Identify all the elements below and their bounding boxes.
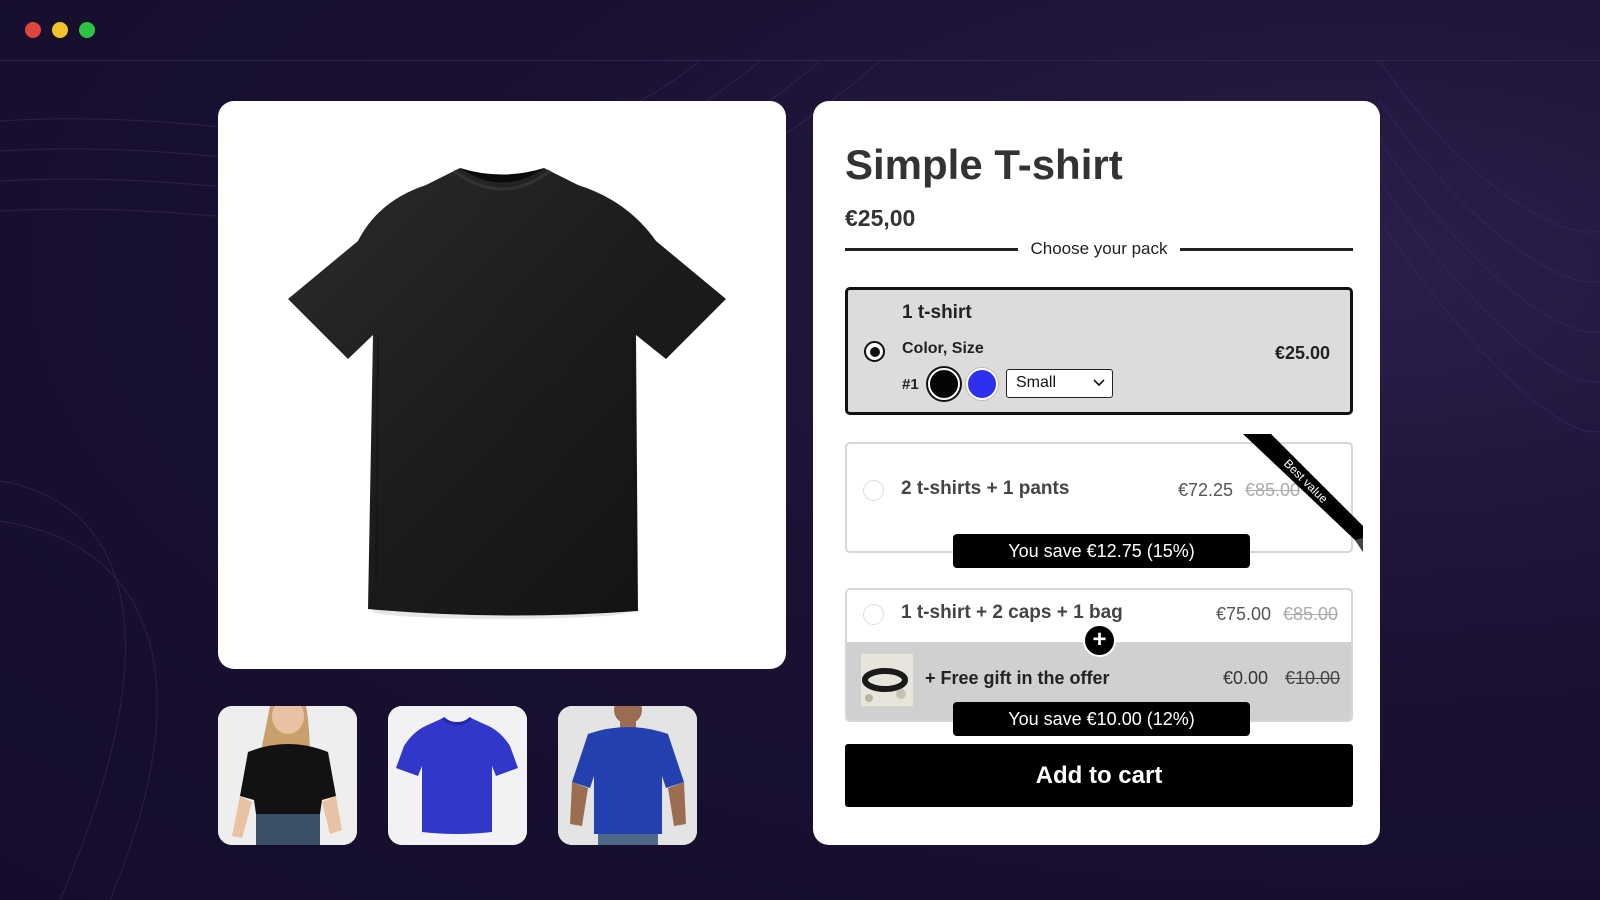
gift-bracelet-image bbox=[861, 654, 913, 706]
man-blue-tshirt-image bbox=[558, 706, 697, 845]
pack-1-radio[interactable] bbox=[864, 341, 885, 362]
thumbnail-blue-tshirt[interactable] bbox=[388, 706, 527, 845]
minimize-window-button[interactable] bbox=[52, 22, 68, 38]
pack-divider-label: Choose your pack bbox=[1030, 239, 1168, 258]
pack-3-title: 1 t-shirt + 2 caps + 1 bag bbox=[901, 602, 1123, 623]
free-gift-price: €0.00 bbox=[1223, 668, 1269, 688]
free-gift-compare-price: €10.00 bbox=[1285, 668, 1341, 688]
best-value-label: Best value bbox=[1281, 456, 1331, 506]
black-tshirt-image bbox=[288, 168, 726, 619]
best-value-ribbon: Best value bbox=[1243, 434, 1363, 552]
thumbnail-man-blue-tshirt[interactable] bbox=[558, 706, 697, 845]
pack-3-radio[interactable] bbox=[863, 604, 884, 625]
woman-black-tshirt-image bbox=[218, 706, 357, 845]
pack-1-title: 1 t-shirt bbox=[902, 302, 972, 323]
divider-line-right bbox=[1179, 247, 1353, 251]
free-gift-label: + Free gift in the offer bbox=[925, 668, 1110, 688]
plus-icon: + bbox=[1083, 624, 1116, 657]
pack-1-item-number: #1 bbox=[902, 376, 919, 393]
add-to-cart-button[interactable]: Add to cart bbox=[845, 744, 1353, 807]
color-swatch-blue[interactable] bbox=[966, 368, 998, 400]
pack-divider: Choose your pack bbox=[845, 234, 1353, 264]
thumbnail-woman-black-tshirt[interactable] bbox=[218, 706, 357, 845]
close-window-button[interactable] bbox=[25, 22, 41, 38]
maximize-window-button[interactable] bbox=[79, 22, 95, 38]
pack-2-price: €72.25 bbox=[1178, 480, 1234, 500]
size-select[interactable]: Small bbox=[1006, 369, 1113, 398]
product-price: €25,00 bbox=[845, 205, 916, 231]
main-product-image[interactable] bbox=[218, 101, 786, 669]
chevron-down-icon bbox=[1093, 379, 1105, 387]
pack-option-1[interactable]: 1 t-shirt Color, Size #1 Small €25.00 bbox=[845, 287, 1353, 415]
bracelet-image bbox=[861, 654, 913, 706]
divider-line-left bbox=[845, 247, 1019, 251]
size-select-value: Small bbox=[1016, 374, 1057, 391]
blue-tshirt-image bbox=[388, 706, 527, 845]
pack-3-compare-price: €85.00 bbox=[1283, 604, 1339, 624]
pack-1-price: €25.00 bbox=[1274, 343, 1330, 363]
pack-1-variant-label: Color, Size bbox=[902, 340, 984, 357]
pack-3-savings-badge: You save €10.00 (12%) bbox=[953, 702, 1250, 736]
product-title: Simple T-shirt bbox=[845, 141, 1123, 188]
pack-2-title: 2 t-shirts + 1 pants bbox=[901, 478, 1070, 499]
window-titlebar bbox=[0, 0, 1600, 61]
pack-3-price: €75.00 bbox=[1216, 604, 1272, 624]
pack-2-radio[interactable] bbox=[863, 480, 884, 501]
color-swatch-black[interactable] bbox=[928, 368, 960, 400]
pack-2-savings-badge: You save €12.75 (15%) bbox=[953, 534, 1250, 568]
